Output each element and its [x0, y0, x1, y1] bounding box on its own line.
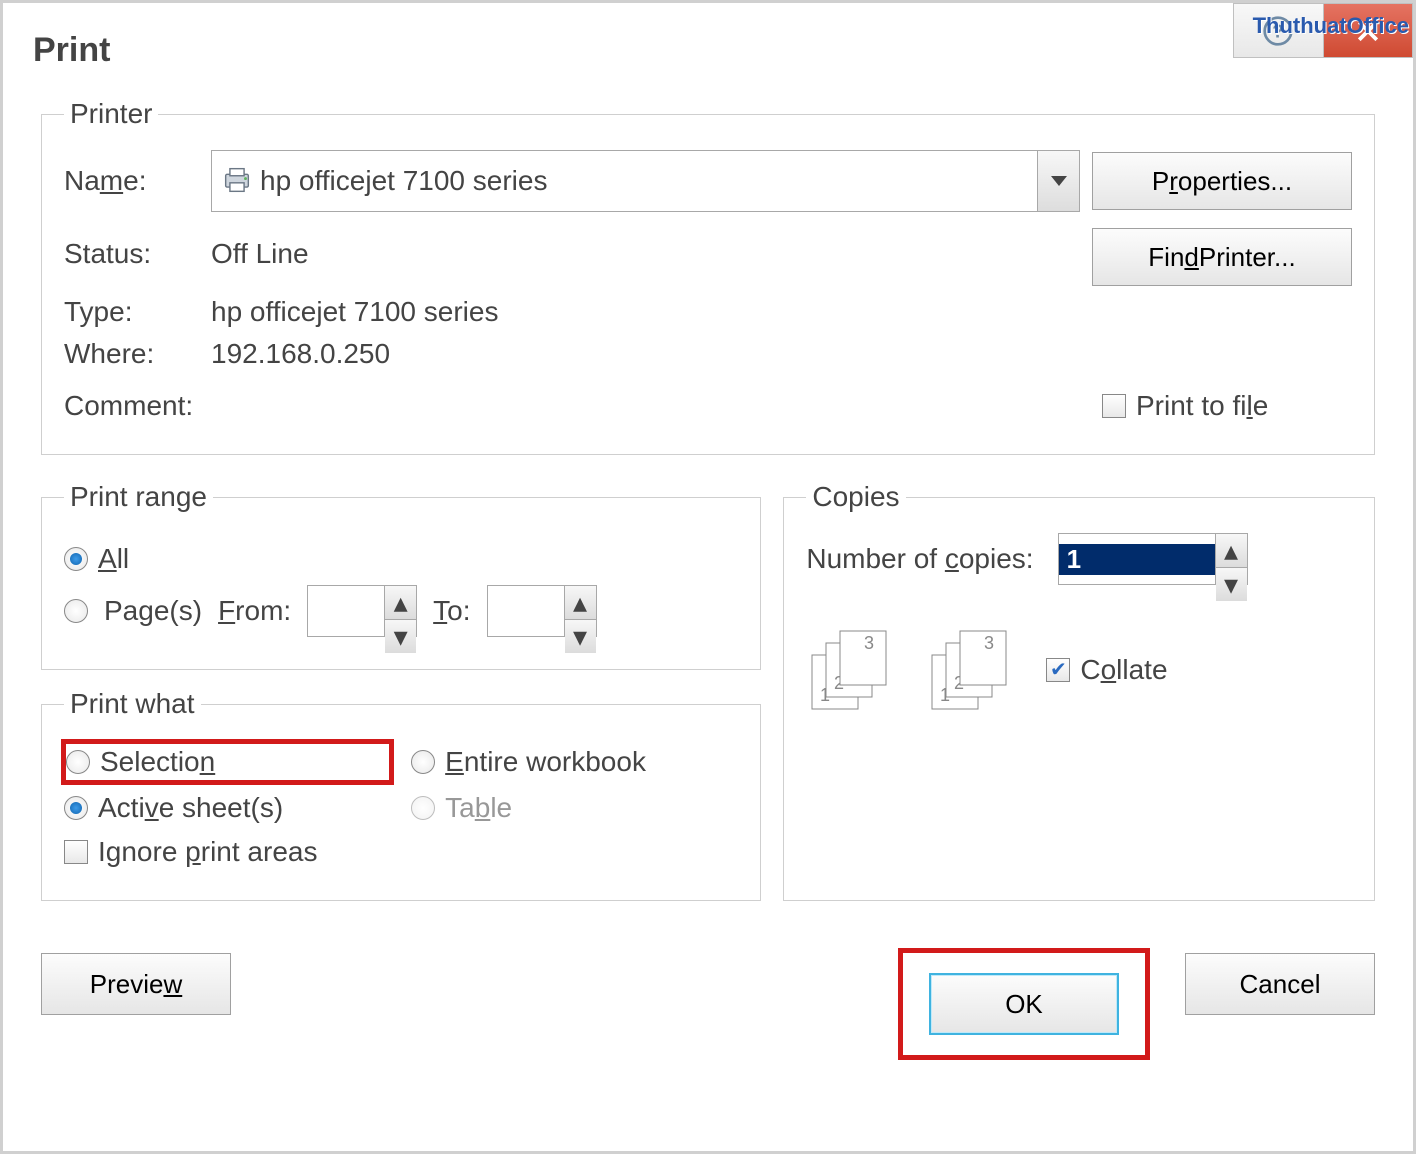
collate-icons: 1 2 3 1 2 3 — [806, 625, 1016, 715]
checkbox-checked-icon — [1046, 658, 1070, 682]
checkbox-icon — [64, 840, 88, 864]
collate-label: Collate — [1080, 654, 1167, 686]
copies-group: Copies Number of copies: 1 ▴▾ 1 2 — [783, 481, 1375, 901]
ignore-print-areas-checkbox[interactable]: Ignore print areas — [64, 836, 738, 868]
collate-checkbox[interactable]: Collate — [1046, 654, 1167, 686]
collate-stack-1-icon: 1 2 3 — [806, 625, 896, 715]
radio-icon — [411, 796, 435, 820]
type-label: Type: — [64, 296, 199, 328]
print-what-selection-radio[interactable]: Selection — [64, 742, 391, 782]
print-what-active-radio[interactable]: Active sheet(s) — [64, 792, 391, 824]
where-value: 192.168.0.250 — [211, 338, 1352, 370]
where-label: Where: — [64, 338, 199, 370]
to-label: To: — [433, 595, 470, 627]
copies-legend: Copies — [806, 481, 905, 513]
dialog-footer: Preview OK Cancel — [3, 919, 1413, 1089]
num-copies-spinner[interactable]: 1 ▴▾ — [1058, 533, 1248, 585]
print-what-workbook-radio[interactable]: Entire workbook — [411, 742, 738, 782]
ignore-print-areas-label: Ignore print areas — [98, 836, 317, 868]
print-range-pages-label: Page(s) — [104, 595, 202, 627]
dialog-title: Print — [3, 3, 1413, 90]
print-what-selection-label: Selection — [100, 746, 215, 778]
print-what-active-label: Active sheet(s) — [98, 792, 283, 824]
print-what-group: Print what Selection Entire workbook — [41, 688, 761, 901]
radio-icon — [64, 547, 88, 571]
to-spinner[interactable]: ▴▾ — [487, 585, 597, 637]
svg-text:3: 3 — [984, 633, 994, 653]
print-dialog: ? ThuthuatOffice Print Printer Name: doc… — [0, 0, 1416, 1154]
type-value: hp officejet 7100 series — [211, 296, 1352, 328]
status-label: Status: — [64, 238, 199, 270]
find-printer-button[interactable]: Find Printer... — [1092, 228, 1352, 286]
radio-icon — [64, 599, 88, 623]
ok-button[interactable]: OK — [929, 973, 1119, 1035]
num-copies-value: 1 — [1059, 544, 1215, 575]
collate-stack-2-icon: 1 2 3 — [926, 625, 1016, 715]
printer-group: Printer Name: document.querySelector('[d… — [41, 98, 1375, 455]
up-arrow-icon: ▴ — [1216, 534, 1247, 568]
print-what-table-label: Table — [445, 792, 512, 824]
down-arrow-icon: ▾ — [565, 620, 596, 653]
from-label: From: — [218, 595, 291, 627]
print-range-all-radio[interactable]: All — [64, 543, 738, 575]
print-range-pages-radio[interactable]: Page(s) From: ▴▾ To: ▴▾ — [64, 585, 738, 637]
properties-button[interactable]: Properties... — [1092, 152, 1352, 210]
from-spinner[interactable]: ▴▾ — [307, 585, 417, 637]
cancel-button[interactable]: Cancel — [1185, 953, 1375, 1015]
print-range-group: Print range All Page(s) From: ▴▾ To: — [41, 481, 761, 670]
print-to-file-label: Print to file — [1136, 390, 1268, 422]
num-copies-label: Number of copies: — [806, 543, 1033, 575]
print-to-file-checkbox[interactable]: Print to file — [1102, 390, 1352, 422]
printer-name-value: hp officejet 7100 series — [260, 165, 547, 197]
chevron-down-icon — [1037, 151, 1079, 211]
printer-name-label: Name: — [64, 165, 199, 197]
print-range-all-label: All — [98, 543, 129, 575]
printer-legend: Printer — [64, 98, 158, 130]
print-what-workbook-label: Entire workbook — [445, 746, 646, 778]
up-arrow-icon: ▴ — [385, 586, 416, 620]
radio-icon — [66, 750, 90, 774]
radio-icon — [411, 750, 435, 774]
ok-button-highlight: OK — [903, 953, 1145, 1055]
svg-text:3: 3 — [864, 633, 874, 653]
checkbox-icon — [1102, 394, 1126, 418]
print-what-legend: Print what — [64, 688, 201, 720]
print-range-legend: Print range — [64, 481, 213, 513]
print-what-table-radio: Table — [411, 792, 738, 824]
printer-icon — [220, 163, 254, 197]
radio-icon — [64, 796, 88, 820]
down-arrow-icon: ▾ — [1216, 568, 1247, 601]
preview-button[interactable]: Preview — [41, 953, 231, 1015]
status-value: Off Line — [211, 238, 1080, 270]
up-arrow-icon: ▴ — [565, 586, 596, 620]
printer-name-select[interactable]: hp officejet 7100 series — [211, 150, 1080, 212]
down-arrow-icon: ▾ — [385, 620, 416, 653]
comment-label: Comment: — [64, 390, 199, 422]
